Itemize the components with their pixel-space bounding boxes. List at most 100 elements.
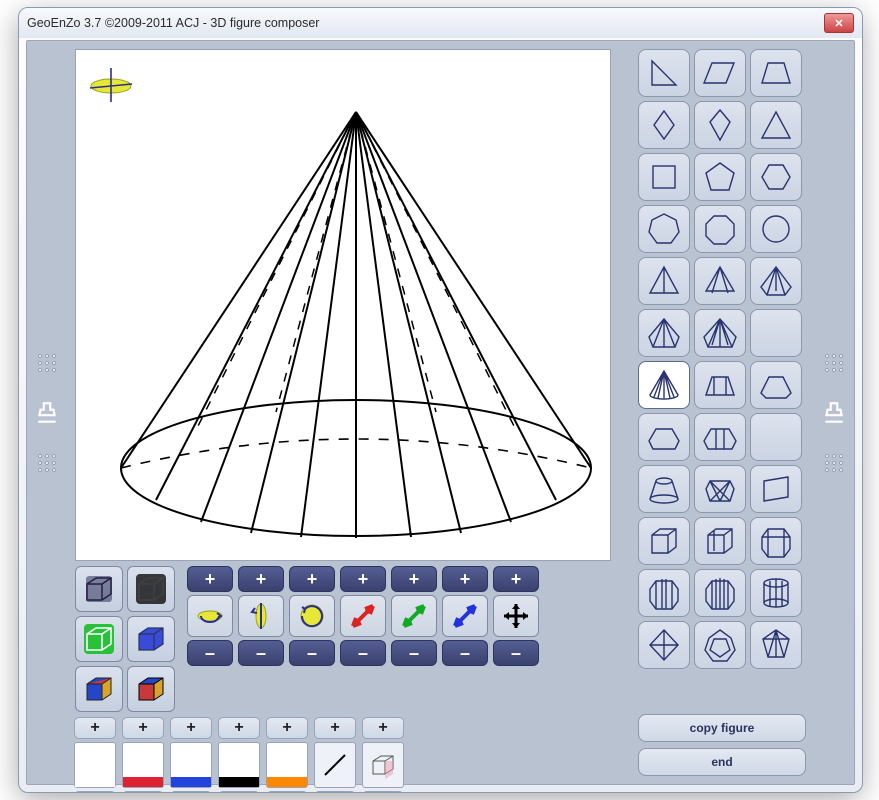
shape-octahedron[interactable] xyxy=(638,621,690,669)
shape-dodecahedron[interactable] xyxy=(694,621,746,669)
rotate-y-icon[interactable] xyxy=(238,595,284,637)
move-minus[interactable]: – xyxy=(493,640,539,666)
view-green[interactable] xyxy=(75,616,123,662)
scale-y-plus[interactable]: + xyxy=(391,566,437,592)
scale-y-icon[interactable] xyxy=(391,595,437,637)
color-white-swatch[interactable] xyxy=(74,742,116,788)
rotate-z-plus[interactable]: + xyxy=(289,566,335,592)
shape-cube[interactable] xyxy=(638,517,690,565)
color-red-swatch[interactable] xyxy=(122,742,164,788)
scale-y-minus[interactable]: – xyxy=(391,640,437,666)
transform-scale-y: +– xyxy=(391,566,437,712)
shape-tetrahedron[interactable] xyxy=(638,257,690,305)
shape-frustum-cone[interactable] xyxy=(638,465,690,513)
shape-pyramid-6[interactable] xyxy=(638,309,690,357)
shape-pyramid-5[interactable] xyxy=(750,257,802,305)
rotate-z-minus[interactable]: – xyxy=(289,640,335,666)
rotate-y-minus[interactable]: – xyxy=(238,640,284,666)
grip-dots-icon[interactable] xyxy=(38,354,56,372)
view-colour-iso[interactable] xyxy=(75,666,123,712)
shape-frustum-5[interactable] xyxy=(750,361,802,409)
grip-dots-icon[interactable] xyxy=(825,454,843,472)
shape-right-triangle[interactable] xyxy=(638,49,690,97)
color-black-minus[interactable]: – xyxy=(218,791,260,793)
view-wire-dark[interactable] xyxy=(75,566,123,612)
view-colour-flat[interactable] xyxy=(127,666,175,712)
mini-cube[interactable] xyxy=(362,742,404,788)
end-button[interactable]: end xyxy=(638,748,806,776)
rotate-x-icon[interactable] xyxy=(187,595,233,637)
close-button[interactable]: ✕ xyxy=(824,13,854,33)
line-style: +– xyxy=(315,717,355,793)
rotate-y-plus[interactable]: + xyxy=(238,566,284,592)
color-orange-minus[interactable]: – xyxy=(266,791,308,793)
stamp-icon[interactable] xyxy=(34,400,60,426)
color-red-plus[interactable]: + xyxy=(122,717,164,739)
scale-x-icon[interactable] xyxy=(340,595,386,637)
shape-frustum-4[interactable] xyxy=(694,361,746,409)
shape-square[interactable] xyxy=(638,153,690,201)
shape-triangle[interactable] xyxy=(750,101,802,149)
move-plus[interactable]: + xyxy=(493,566,539,592)
rotate-x-plus[interactable]: + xyxy=(187,566,233,592)
move-icon[interactable] xyxy=(493,595,539,637)
shape-heptagon[interactable] xyxy=(638,205,690,253)
shape-parallelogram[interactable] xyxy=(694,49,746,97)
color-row: +–+–+–+–+–+–+– xyxy=(75,717,655,793)
shape-trapezoid[interactable] xyxy=(750,49,802,97)
color-orange-plus[interactable]: + xyxy=(266,717,308,739)
mini-cube-plus[interactable]: + xyxy=(362,717,404,739)
shape-pentagon[interactable] xyxy=(694,153,746,201)
shape-frustum-6[interactable] xyxy=(638,413,690,461)
view-solid-blue[interactable] xyxy=(127,616,175,662)
color-white-minus[interactable]: – xyxy=(74,791,116,793)
shape-pyramid-4[interactable] xyxy=(694,257,746,305)
view-presets xyxy=(75,566,175,712)
shape-cylinder[interactable] xyxy=(750,569,802,617)
scale-x-minus[interactable]: – xyxy=(340,640,386,666)
grip-dots-icon[interactable] xyxy=(825,354,843,372)
color-black-swatch[interactable] xyxy=(218,742,260,788)
scale-z-icon[interactable] xyxy=(442,595,488,637)
color-blue-swatch[interactable] xyxy=(170,742,212,788)
shape-prism-6[interactable] xyxy=(750,517,802,565)
line-style-plus[interactable]: + xyxy=(314,717,356,739)
stamp-icon[interactable] xyxy=(821,400,847,426)
shape-prism-8[interactable] xyxy=(694,569,746,617)
shape-prism-5[interactable] xyxy=(694,517,746,565)
drawing-canvas[interactable] xyxy=(75,49,611,561)
shape-hexagon[interactable] xyxy=(750,153,802,201)
shape-cone[interactable] xyxy=(638,361,690,409)
shape-rhombus[interactable] xyxy=(638,101,690,149)
grip-dots-icon[interactable] xyxy=(38,454,56,472)
scale-z-minus[interactable]: – xyxy=(442,640,488,666)
rotate-x-minus[interactable]: – xyxy=(187,640,233,666)
shape-kite[interactable] xyxy=(694,101,746,149)
mini-cube-minus[interactable]: – xyxy=(362,791,404,793)
line-style-minus[interactable]: – xyxy=(314,791,356,793)
copy-figure-button[interactable]: copy figure xyxy=(638,714,806,742)
line-style[interactable] xyxy=(314,742,356,788)
color-blue-minus[interactable]: – xyxy=(170,791,212,793)
view-wire-light[interactable] xyxy=(127,566,175,612)
color-orange-swatch[interactable] xyxy=(266,742,308,788)
shape-frustum-7[interactable] xyxy=(694,413,746,461)
shapes-palette xyxy=(638,49,806,669)
shape-octagon[interactable] xyxy=(694,205,746,253)
shape-blank-24[interactable] xyxy=(750,413,802,461)
rotate-z-icon[interactable] xyxy=(289,595,335,637)
shape-prism-7[interactable] xyxy=(638,569,690,617)
shape-circle[interactable] xyxy=(750,205,802,253)
axis-gizmo-icon[interactable] xyxy=(86,64,136,104)
shape-blank-18[interactable] xyxy=(750,309,802,357)
shape-pyramid-7[interactable] xyxy=(694,309,746,357)
scale-x-plus[interactable]: + xyxy=(340,566,386,592)
shape-icosahedron[interactable] xyxy=(750,621,802,669)
scale-z-plus[interactable]: + xyxy=(442,566,488,592)
color-black-plus[interactable]: + xyxy=(218,717,260,739)
shape-wedge[interactable] xyxy=(750,465,802,513)
shape-antiprism[interactable] xyxy=(694,465,746,513)
color-white-plus[interactable]: + xyxy=(74,717,116,739)
color-blue-plus[interactable]: + xyxy=(170,717,212,739)
color-red-minus[interactable]: – xyxy=(122,791,164,793)
